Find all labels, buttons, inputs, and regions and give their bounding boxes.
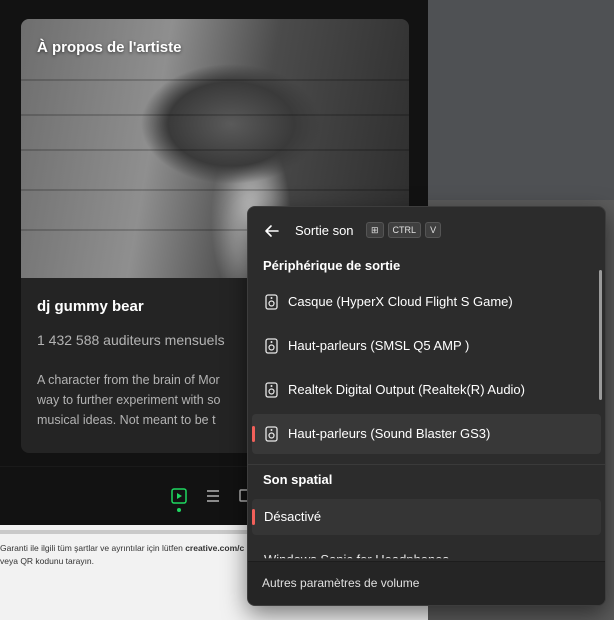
device-label: Haut-parleurs (Sound Blaster GS3) <box>288 426 491 441</box>
windows-key-icon: ⊞ <box>366 222 384 238</box>
speaker-device-icon <box>265 294 278 310</box>
monthly-listeners: 1 432 588 auditeurs mensuels <box>37 332 225 348</box>
bottom-controls <box>170 487 256 505</box>
speaker-device-icon <box>265 426 278 442</box>
warranty-text: Garanti ile ilgili tüm şartlar ve ayrınt… <box>0 543 245 553</box>
output-device-section-title: Périphérique de sortie <box>263 258 401 273</box>
sound-output-flyout: Sortie son ⊞ CTRL V Périphérique de sort… <box>247 206 606 606</box>
artist-name[interactable]: dj gummy bear <box>37 298 144 315</box>
v-key: V <box>425 222 442 238</box>
device-label: Realtek Digital Output (Realtek(R) Audio… <box>288 382 525 397</box>
speaker-device-icon <box>265 338 278 354</box>
about-artist-title: À propos de l'artiste <box>37 39 182 56</box>
flyout-footer: Autres paramètres de volume <box>248 561 605 605</box>
keyboard-shortcut-hint: ⊞ CTRL V <box>366 222 442 238</box>
back-arrow-icon[interactable] <box>262 221 282 241</box>
device-label: Casque (HyperX Cloud Flight S Game) <box>288 294 513 309</box>
device-item-sound-blaster[interactable]: Haut-parleurs (Sound Blaster GS3) <box>252 414 601 454</box>
speaker-device-icon <box>265 382 278 398</box>
cropped-text-line <box>0 530 260 534</box>
active-view-indicator <box>177 508 181 512</box>
selected-indicator <box>252 509 255 525</box>
flyout-header: Sortie son ⊞ CTRL V <box>248 207 605 255</box>
spatial-option-off[interactable]: Désactivé <box>252 499 601 535</box>
section-divider <box>248 464 605 465</box>
device-item-smsl[interactable]: Haut-parleurs (SMSL Q5 AMP ) <box>252 326 601 366</box>
ctrl-key: CTRL <box>387 222 422 238</box>
device-label: Haut-parleurs (SMSL Q5 AMP ) <box>288 338 470 353</box>
spatial-option-label: Désactivé <box>264 509 322 524</box>
device-item-realtek[interactable]: Realtek Digital Output (Realtek(R) Audio… <box>252 370 601 410</box>
now-playing-view-icon[interactable] <box>170 487 188 505</box>
flyout-title: Sortie son <box>295 223 354 238</box>
device-item-hyperx[interactable]: Casque (HyperX Cloud Flight S Game) <box>252 282 601 322</box>
more-volume-settings-link[interactable]: Autres paramètres de volume <box>262 576 419 590</box>
qr-text: veya QR kodunu tarayın. <box>0 556 95 566</box>
spatial-sound-section-title: Son spatial <box>263 472 333 487</box>
queue-icon[interactable] <box>204 487 222 505</box>
desktop-background-top <box>428 0 614 200</box>
selected-indicator <box>252 426 255 442</box>
device-list-scrollbar[interactable] <box>599 270 602 400</box>
